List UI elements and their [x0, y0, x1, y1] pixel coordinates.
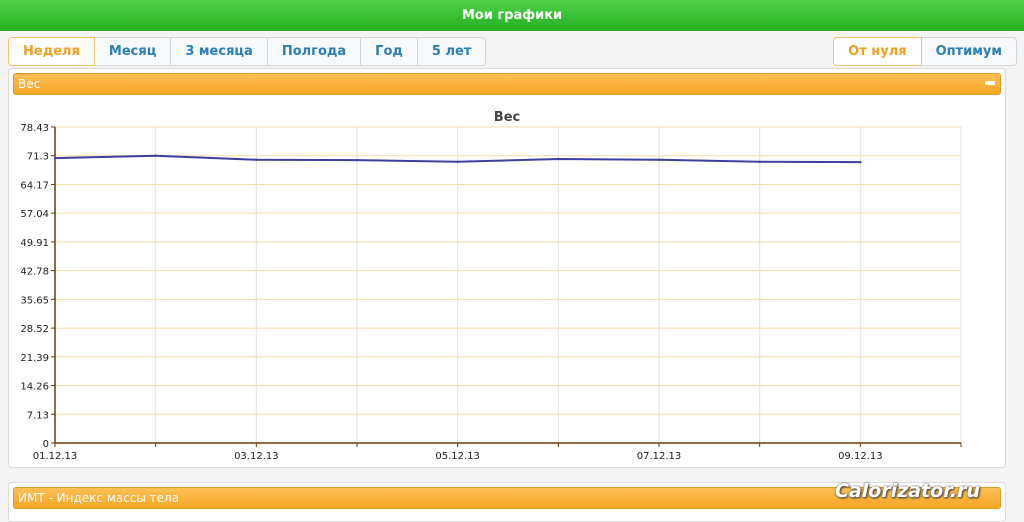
- tab-5-years[interactable]: 5 лет: [416, 37, 487, 66]
- range-tabs: Неделя Месяц 3 месяца Полгода Год 5 лет: [8, 37, 487, 66]
- page-title: Мои графики: [461, 8, 563, 23]
- data-point: [255, 158, 258, 161]
- bmi-panel: ИМТ - Индекс массы тела Calorizator.ru: [8, 480, 1006, 522]
- y-tick-label: 28.52: [20, 324, 49, 335]
- y-tick-label: 78.43: [20, 123, 49, 134]
- weight-panel: Вес Вес 0 7.13 14.26 21.39 28.52 35.65 42.78 49.…: [8, 68, 1006, 468]
- data-point: [557, 157, 560, 161]
- x-tick-label: 03.12.13: [234, 451, 279, 462]
- y-tick-label: 0: [43, 439, 49, 450]
- y-tick-label: 64.17: [20, 180, 49, 191]
- x-tick-label: 05.12.13: [435, 451, 480, 462]
- data-point: [154, 154, 157, 157]
- data-point: [758, 160, 761, 163]
- y-tick-label: 49.91: [20, 238, 49, 249]
- tab-from-zero[interactable]: От нуля: [833, 37, 922, 66]
- data-point: [456, 160, 459, 163]
- y-tick-label: 21.39: [20, 353, 49, 364]
- app-header: Мои графики: [0, 0, 1024, 31]
- scale-tabs: От нуля Оптимум: [833, 37, 1017, 66]
- data-point: [355, 158, 359, 162]
- brand-logo: Calorizator.ru: [834, 480, 980, 502]
- x-tick-label: 07.12.13: [637, 451, 682, 462]
- data-point: [53, 156, 57, 160]
- tab-year[interactable]: Год: [360, 37, 418, 66]
- x-tick-label: 09.12.13: [838, 451, 883, 462]
- tab-optimum[interactable]: Оптимум: [920, 37, 1017, 66]
- chart-title: Вес: [494, 110, 520, 125]
- y-tick-label: 57.04: [20, 209, 49, 220]
- bmi-panel-title: ИМТ - Индекс массы тела: [18, 491, 180, 505]
- y-tick-label: 71.3: [27, 152, 49, 163]
- tab-week[interactable]: Неделя: [8, 37, 95, 66]
- data-point: [859, 160, 862, 164]
- tab-month[interactable]: Месяц: [93, 37, 172, 66]
- y-tick-label: 14.26: [20, 382, 49, 393]
- y-tick-label: 35.65: [20, 295, 49, 306]
- tab-half-year[interactable]: Полгода: [266, 37, 362, 66]
- bmi-panel-header[interactable]: ИМТ - Индекс массы тела Calorizator.ru: [13, 480, 1001, 509]
- y-tick-label: 42.78: [20, 267, 49, 278]
- y-tick-label: 7.13: [27, 410, 49, 421]
- x-tick-label: 01.12.13: [33, 451, 78, 462]
- data-point: [657, 158, 661, 161]
- weight-chart: Вес 0 7.13 14.26 21.39 28.52 35.65 42.78 49.91 57…: [20, 110, 962, 462]
- tab-3-months[interactable]: 3 месяца: [170, 37, 268, 66]
